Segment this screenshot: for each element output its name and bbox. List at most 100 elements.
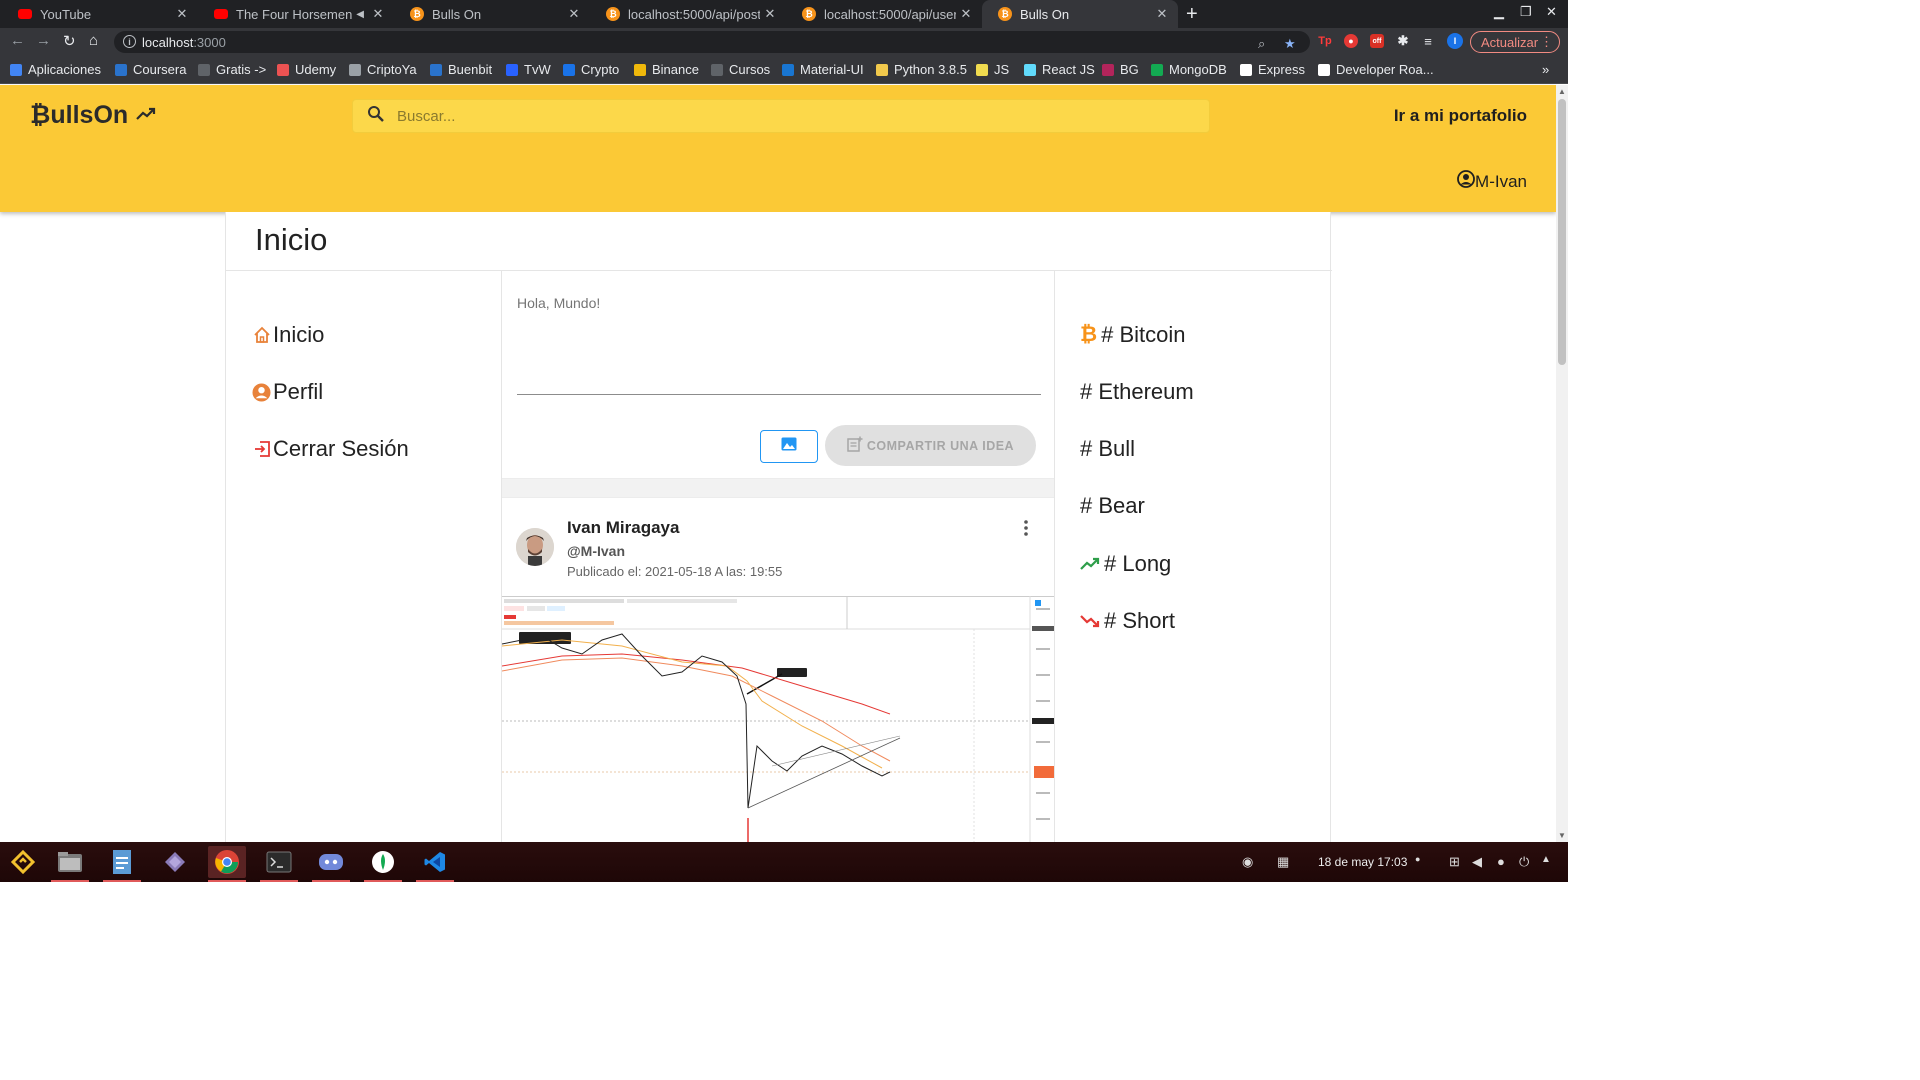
close-icon[interactable]: ✕ [956, 6, 976, 22]
discord-icon[interactable] [312, 846, 350, 882]
clock[interactable]: 18 de may 17:03 [1318, 855, 1407, 869]
post-image-chart[interactable] [502, 596, 1054, 842]
bookmark-item[interactable]: Cursos [711, 62, 770, 77]
close-icon[interactable]: ✕ [1152, 6, 1172, 22]
forward-icon[interactable]: → [36, 32, 51, 49]
tag-bull[interactable]: # Bull [1080, 436, 1135, 462]
volume-icon[interactable]: ◀ [1472, 854, 1482, 870]
bookmark-item[interactable]: Binance [634, 62, 699, 77]
tag-bear[interactable]: # Bear [1080, 493, 1145, 519]
reload-icon[interactable]: ↻ [63, 32, 76, 50]
post-author-name[interactable]: Ivan Miragaya [567, 518, 679, 538]
upload-image-button[interactable] [760, 430, 818, 463]
tag-ethereum[interactable]: # Ethereum [1080, 379, 1194, 405]
buenbit-icon [430, 63, 442, 76]
user-menu[interactable]: M-Ivan [1457, 170, 1527, 193]
bookmark-item[interactable]: Aplicaciones [10, 62, 101, 77]
search-input[interactable] [397, 107, 1177, 125]
address-bar[interactable]: i localhost:3000 ⌕ ★ [114, 31, 1310, 53]
extensions-puzzle-icon[interactable]: ✱ [1396, 33, 1410, 48]
main-container: Inicio Inicio Perfil Cerrar Sesión Hola,… [225, 212, 1332, 842]
bookmark-star-icon[interactable]: ★ [1284, 36, 1296, 52]
file-manager-icon[interactable] [51, 846, 89, 882]
reading-list-icon[interactable]: ≡ [1421, 34, 1435, 49]
more-vert-icon[interactable] [1016, 518, 1036, 538]
bookmark-item[interactable]: Python 3.8.5 [876, 62, 967, 77]
scroll-up-icon[interactable]: ▲ [1558, 87, 1566, 96]
scrollbar-thumb[interactable] [1558, 99, 1566, 365]
close-icon[interactable]: ✕ [172, 6, 192, 22]
scroll-down-icon[interactable]: ▼ [1558, 831, 1566, 840]
post-author-handle[interactable]: @M-Ivan [567, 543, 625, 559]
microphone-icon[interactable]: ● [1497, 854, 1505, 869]
sidebar-item-perfil[interactable]: Perfil [252, 379, 323, 405]
bookmark-item[interactable]: TvW [506, 62, 551, 77]
bookmark-item[interactable]: Coursera [115, 62, 186, 77]
browser-tab[interactable]: ₿ localhost:5000/api/users/ ✕ [786, 0, 982, 28]
tray-expand-icon[interactable]: ▲ [1541, 854, 1551, 865]
minimize-icon[interactable]: ▁ [1494, 4, 1504, 20]
sidebar-item-inicio[interactable]: Inicio [252, 322, 324, 348]
bookmark-label: Udemy [295, 62, 337, 77]
page-scrollbar[interactable]: ▲ ▼ [1556, 85, 1568, 842]
bookmark-item[interactable]: React JS [1024, 62, 1095, 77]
extension-off-icon[interactable]: off [1370, 34, 1384, 48]
app-diamond-icon[interactable] [156, 846, 194, 878]
update-button[interactable]: Actualizar ⋮ [1470, 31, 1560, 53]
zoom-icon[interactable]: ⌕ [1258, 36, 1265, 52]
binance-icon [634, 63, 646, 76]
extension-shield-icon[interactable]: ● [1344, 34, 1358, 48]
avatar[interactable] [516, 528, 554, 566]
back-icon[interactable]: ← [10, 32, 25, 49]
discord-tray-icon[interactable]: ◉ [1242, 854, 1253, 870]
tag-long[interactable]: # Long [1080, 551, 1171, 577]
close-icon[interactable]: ✕ [564, 6, 584, 22]
mongodb-compass-icon[interactable] [364, 846, 402, 882]
chrome-icon[interactable] [208, 846, 246, 882]
portfolio-link[interactable]: Ir a mi portafolio [1394, 106, 1527, 126]
new-tab-icon[interactable]: + [1186, 3, 1198, 26]
browser-tab[interactable]: ₿ Bulls On ✕ [394, 0, 590, 28]
bookmark-item[interactable]: Gratis -> [198, 62, 266, 77]
text-editor-icon[interactable] [103, 846, 141, 882]
keyboard-layout-icon[interactable]: ▦ [1277, 854, 1289, 870]
extension-tp-icon[interactable]: Tp [1318, 34, 1332, 48]
browser-tab[interactable]: ₿ localhost:5000/api/posts/ ✕ [590, 0, 786, 28]
vscode-icon[interactable] [416, 846, 454, 882]
window-close-icon[interactable]: ✕ [1546, 4, 1557, 20]
more-vert-icon[interactable]: ⋮ [1540, 34, 1553, 50]
post-textarea[interactable] [517, 295, 1041, 395]
power-icon[interactable]: ⏻ [1519, 854, 1529, 870]
bookmark-item[interactable]: Crypto [563, 62, 619, 77]
bookmark-item[interactable]: MongoDB [1151, 62, 1227, 77]
close-icon[interactable]: ✕ [760, 6, 780, 22]
bookmark-item[interactable]: BG [1102, 62, 1139, 77]
site-info-icon[interactable]: i [123, 35, 136, 48]
bookmark-item[interactable]: Material-UI [782, 62, 864, 77]
home-icon[interactable]: ⌂ [89, 32, 98, 49]
launcher-icon[interactable] [4, 846, 42, 878]
app-logo[interactable]: ₿ullsOn [30, 101, 156, 130]
tag-short[interactable]: # Short [1080, 608, 1175, 634]
close-icon[interactable]: ✕ [368, 6, 388, 22]
search-bar[interactable] [352, 99, 1210, 133]
sidebar-item-cerrar-sesion[interactable]: Cerrar Sesión [252, 436, 409, 462]
browser-tab[interactable]: The Four Horsemen - Y ◀ ✕ [198, 0, 394, 28]
speaker-muted-icon[interactable]: ◀ [356, 9, 364, 20]
browser-tab[interactable]: YouTube ✕ [2, 0, 198, 28]
tag-bitcoin[interactable]: ₿ # Bitcoin [1080, 322, 1186, 348]
bookmark-item[interactable]: Express [1240, 62, 1305, 77]
bookmarks-overflow-icon[interactable]: » [1542, 62, 1549, 77]
network-icon[interactable]: ⊞ [1449, 854, 1460, 870]
bookmark-item[interactable]: JS [976, 62, 1009, 77]
notification-dot-icon[interactable]: ● [1415, 854, 1420, 864]
maximize-icon[interactable]: ❐ [1520, 4, 1532, 20]
profile-avatar[interactable]: I [1447, 33, 1463, 49]
share-idea-button[interactable]: COMPARTIR UNA IDEA [825, 425, 1036, 466]
bookmark-item[interactable]: Buenbit [430, 62, 492, 77]
browser-tab-active[interactable]: ₿ Bulls On ✕ [982, 0, 1178, 28]
bookmark-item[interactable]: Udemy [277, 62, 336, 77]
terminal-icon[interactable] [260, 846, 298, 882]
bookmark-item[interactable]: Developer Roa... [1318, 62, 1434, 77]
bookmark-item[interactable]: CriptoYa [349, 62, 417, 77]
